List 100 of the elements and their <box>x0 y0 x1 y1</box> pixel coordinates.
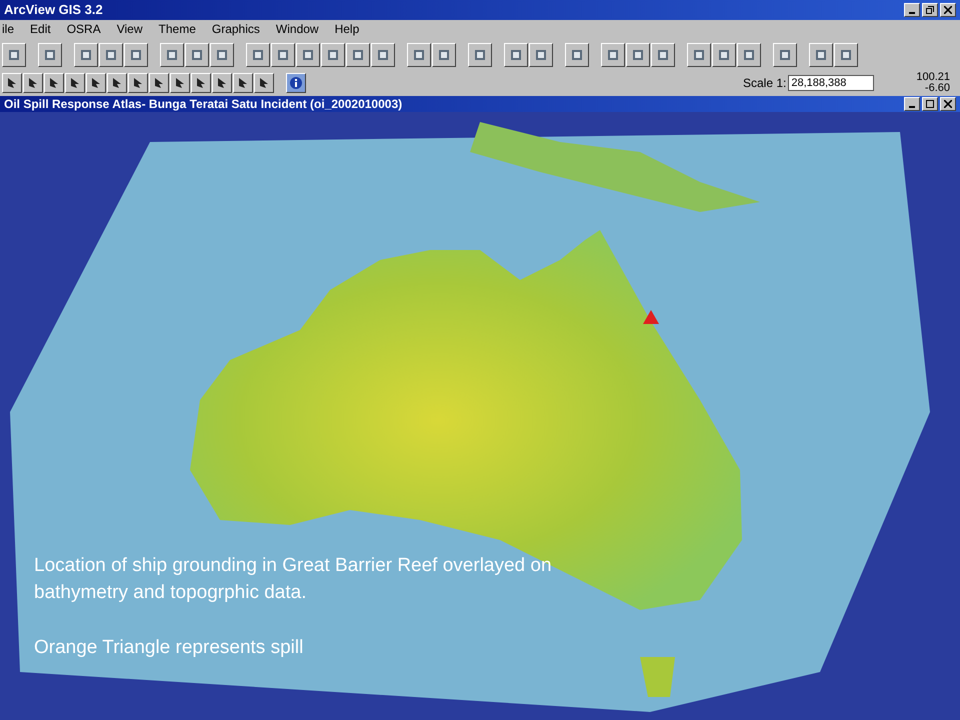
tool-button[interactable] <box>128 73 148 94</box>
maximize-button[interactable] <box>922 97 938 112</box>
tool-button[interactable] <box>86 73 106 94</box>
window-title: ArcView GIS 3.2 <box>4 2 103 18</box>
menu-item[interactable]: OSRA <box>66 22 101 36</box>
tool-icon <box>412 48 426 62</box>
toolbar-button[interactable] <box>321 42 345 67</box>
restore-button[interactable] <box>922 2 938 17</box>
identify-button[interactable] <box>286 73 306 94</box>
tool-icon <box>509 48 523 62</box>
x-coordinate: 100.21 <box>916 72 950 84</box>
toolbar-button[interactable] <box>38 42 62 67</box>
toolbar-button[interactable] <box>124 42 148 67</box>
toolbar-button[interactable] <box>407 42 431 67</box>
tool-icon <box>656 48 670 62</box>
menu-item[interactable]: ile <box>2 22 14 36</box>
maximize-icon <box>926 100 934 108</box>
toolbar-button[interactable] <box>773 42 797 67</box>
tool-icon <box>631 48 645 62</box>
tool-icon <box>473 48 487 62</box>
tool-icon <box>839 48 853 62</box>
tool-icon <box>742 48 756 62</box>
view-title: Oil Spill Response Atlas- Bunga Teratai Satu Incident (oi_2002010003) <box>4 97 402 112</box>
menu-item[interactable]: Edit <box>30 22 51 36</box>
toolbar-button[interactable] <box>246 42 270 67</box>
toolbar-button[interactable] <box>737 42 761 67</box>
tool-icon <box>165 48 179 62</box>
scale-field[interactable]: 28,188,388 <box>788 75 874 92</box>
minimize-button[interactable] <box>904 97 920 112</box>
legend-text: Orange Triangle represents spill <box>34 636 304 660</box>
toolbar-button[interactable] <box>296 42 320 67</box>
close-button[interactable] <box>940 2 956 17</box>
close-icon <box>944 6 952 14</box>
toolbar-button[interactable] <box>565 42 589 67</box>
tool-button[interactable] <box>149 73 169 94</box>
tool-button[interactable] <box>44 73 64 94</box>
menu-item[interactable]: Theme <box>158 22 196 36</box>
toolbar-button[interactable] <box>468 42 492 67</box>
tool-icon <box>778 48 792 62</box>
tool-button[interactable] <box>254 73 274 94</box>
toolbar-button[interactable] <box>432 42 456 67</box>
close-icon <box>944 100 952 108</box>
tool-button[interactable] <box>191 73 211 94</box>
menu-item[interactable]: Help <box>334 22 360 36</box>
close-button[interactable] <box>940 97 956 112</box>
minimize-icon <box>909 12 915 14</box>
tool-icon <box>276 48 290 62</box>
tool-icon <box>692 48 706 62</box>
toolbar-button[interactable] <box>271 42 295 67</box>
tool-button[interactable] <box>2 73 22 94</box>
tool-icon <box>215 48 229 62</box>
toolbar-button[interactable] <box>834 42 858 67</box>
toolbar-button[interactable] <box>809 42 833 67</box>
spill-marker-icon <box>643 310 659 324</box>
tool-icon <box>301 48 315 62</box>
toolbar-button[interactable] <box>529 42 553 67</box>
tool-button[interactable] <box>23 73 43 94</box>
tool-icon <box>190 48 204 62</box>
menu-item[interactable]: Graphics <box>212 22 260 36</box>
toolbar-button[interactable] <box>371 42 395 67</box>
minimize-icon <box>909 106 915 108</box>
tool-icon <box>7 48 21 62</box>
toolbar-button[interactable] <box>712 42 736 67</box>
toolbar-button[interactable] <box>687 42 711 67</box>
y-coordinate: -6.60 <box>924 83 950 94</box>
tool-icon <box>251 48 265 62</box>
tool-icon <box>570 48 584 62</box>
restore-icon <box>926 6 934 14</box>
toolbar-button[interactable] <box>160 42 184 67</box>
tool-icon <box>79 48 93 62</box>
tool-icon <box>376 48 390 62</box>
info-icon <box>289 76 303 90</box>
toolbar-button[interactable] <box>346 42 370 67</box>
toolbar-button[interactable] <box>504 42 528 67</box>
menu-item[interactable]: Window <box>276 22 319 36</box>
tool-button[interactable] <box>107 73 127 94</box>
tool-button[interactable] <box>65 73 85 94</box>
toolbar-button[interactable] <box>210 42 234 67</box>
tool-icon <box>437 48 451 62</box>
caption-text: Location of ship grounding in Great Barrier Reef overlayed on bathymetry and topogrphic data. <box>34 554 553 605</box>
tool-button[interactable] <box>212 73 232 94</box>
toolbar-button[interactable] <box>2 42 26 67</box>
toolbar-button[interactable] <box>74 42 98 67</box>
tool-button[interactable] <box>170 73 190 94</box>
minimize-button[interactable] <box>904 2 920 17</box>
tool-button[interactable] <box>233 73 253 94</box>
toolbar-button[interactable] <box>651 42 675 67</box>
tool-icon <box>326 48 340 62</box>
tool-icon <box>814 48 828 62</box>
tool-icon <box>104 48 118 62</box>
toolbar-button[interactable] <box>626 42 650 67</box>
tool-icon <box>606 48 620 62</box>
scale-label: Scale 1: <box>742 76 786 90</box>
toolbar-button[interactable] <box>601 42 625 67</box>
tool-icon <box>43 48 57 62</box>
toolbar-button[interactable] <box>185 42 209 67</box>
tool-icon <box>717 48 731 62</box>
menu-item[interactable]: View <box>116 22 143 36</box>
tool-icon <box>129 48 143 62</box>
toolbar-button[interactable] <box>99 42 123 67</box>
